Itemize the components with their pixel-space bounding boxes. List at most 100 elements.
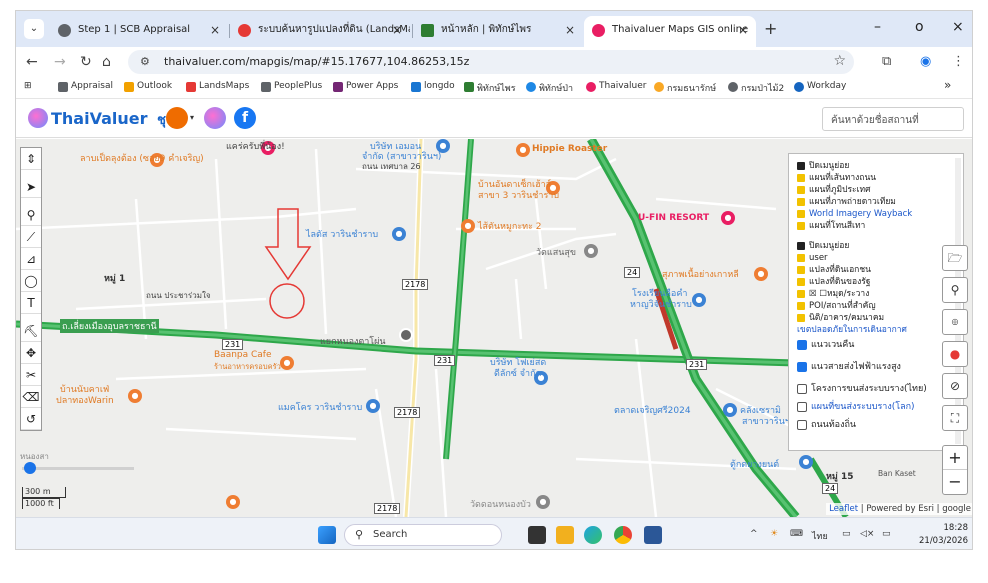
tab-pitakprai[interactable]: หน้าหลัก | พิทักษ์ไพร × [413,16,583,47]
volume-icon[interactable]: ◁× [860,529,874,539]
network-icon[interactable]: ▭ [842,529,851,539]
system-clock[interactable]: 18:28 21/03/2026 [912,522,968,548]
satellite-off-icon[interactable]: ⊘ [942,373,968,399]
input-language[interactable]: ไทย [812,529,828,543]
checkbox-icon[interactable] [797,384,807,394]
profile-icon[interactable]: ◉ [920,54,931,69]
thaivaluer-menu-icon[interactable] [204,107,226,129]
facebook-icon[interactable]: f [234,107,256,129]
bookmark-landsmaps[interactable]: LandsMaps [186,81,249,92]
minimize-button[interactable]: – [874,19,881,35]
tray-overflow-icon[interactable]: ^ [750,529,758,539]
map-canvas[interactable]: ● ● ● ● ● ● ● ● ● ● ● ● ● ● ● ● ● ● ● ลา… [16,139,972,517]
bookmark-star-icon[interactable]: ☆ [833,53,846,69]
taskbar-search[interactable]: ⚲ Search [344,524,502,546]
folder-open-icon[interactable]: 🗁 [942,245,968,271]
zoom-out-button[interactable]: − [943,470,967,494]
checkbox-checked-icon[interactable] [797,362,807,372]
cafe-icon[interactable]: ● [516,143,530,157]
layer-item[interactable]: แผนที่ภาพถ่ายดาวเทียม [797,196,957,208]
polygon-icon[interactable]: ⊿ [21,248,41,270]
school-icon[interactable]: ● [692,293,706,307]
weather-icon[interactable]: ☀ [770,529,778,539]
tab-close-icon[interactable]: × [738,16,748,44]
apps-grid-icon[interactable]: ⊞ [24,81,32,91]
tab-close-icon[interactable]: × [210,16,220,44]
street-view-icon[interactable]: ◎ [942,309,968,335]
restaurant-icon[interactable]: ● [226,495,240,509]
site-info-icon[interactable]: ⚙ [140,55,150,68]
forward-arrow-icon[interactable]: → [54,54,66,70]
layer-checkbox-rail-thai[interactable]: โครงการขนส่งระบบราง(ไทย) [797,380,957,398]
layer-checkbox-power-lines[interactable]: แนวสายส่งไฟฟ้าแรงสูง [797,358,957,376]
checkbox-icon[interactable] [797,420,807,430]
bookmark-treasury[interactable]: กรมธนารักษ์ [654,81,716,95]
cafe-icon[interactable]: ● [128,389,142,403]
layer-item[interactable]: แผนที่เส้นทางถนน [797,172,957,184]
expand-collapse-icon[interactable]: ⇕ [21,148,41,170]
windows-start-icon[interactable] [318,526,336,544]
bookmark-powerapps[interactable]: Power Apps [333,81,398,92]
tab-scb-appraisal[interactable]: Step 1 | SCB Appraisal × [50,16,228,47]
layer-item[interactable]: นิติ/อาคาร/คมนาคม [797,312,957,324]
bookmark-pitakprai[interactable]: พิทักษ์ไพร [464,81,516,95]
temple-icon[interactable]: ● [584,244,598,258]
extensions-icon[interactable]: ⧉ [882,54,891,69]
tab-close-icon[interactable]: × [565,16,575,44]
bookmark-workday[interactable]: Workday [794,81,846,92]
safe-zone-link[interactable]: เขตปลอดภัยในการเดินอากาศ [797,324,957,336]
layer-item[interactable]: user [797,252,957,264]
scissors-icon[interactable]: ✂ [21,364,41,386]
circle-icon[interactable]: ◯ [21,270,41,292]
hotel-icon[interactable]: ● [721,211,735,225]
store-icon[interactable]: ● [366,399,380,413]
chrome-icon[interactable] [614,526,632,544]
hiking-icon[interactable]: ⛏ [21,320,41,342]
eraser-icon[interactable]: ⌫ [21,386,41,408]
layer-group-toggle[interactable]: ปิดเมนูย่อย [797,240,957,252]
cafe-icon[interactable]: ● [280,356,294,370]
word-icon[interactable] [644,526,662,544]
polyline-icon[interactable]: ⟋ [21,226,41,248]
layer-item[interactable]: แผนที่โทนสีเทา [797,220,957,232]
temple-icon[interactable]: ● [536,495,550,509]
layer-item[interactable]: World Imagery Wayback [797,208,957,220]
back-arrow-icon[interactable]: ← [26,54,38,70]
checkbox-icon[interactable] [797,402,807,412]
dropdown-caret-icon[interactable]: ▾ [190,107,200,129]
opacity-slider-handle[interactable] [24,462,36,474]
location-marker-icon[interactable]: ● [942,341,968,367]
layer-item[interactable]: แปลงที่ดินเอกชน [797,264,957,276]
edge-icon[interactable] [584,526,602,544]
battery-icon[interactable]: ▭ [882,529,891,539]
checkbox-checked-icon[interactable] [797,340,807,350]
layer-item[interactable]: ☒ ☐หมุด/ระวาง [797,288,957,300]
layer-checkbox-expropriation[interactable]: แนวเวนคืน [797,336,957,354]
site-logo[interactable]: ThaiValuer ชุ [28,108,166,130]
close-window-button[interactable]: × [952,19,964,35]
bookmark-appraisal[interactable]: Appraisal [58,81,113,92]
bookmarks-overflow[interactable]: » [944,78,951,92]
leaflet-link[interactable]: Leaflet [829,504,858,514]
restaurant-icon[interactable]: ● [461,219,475,233]
map-pin-outline-icon[interactable]: ⚲ [942,277,968,303]
market-icon[interactable]: ● [723,403,737,417]
layer-checkbox-local-roads[interactable]: ถนนท้องถิ่น [797,416,957,434]
keyboard-icon[interactable]: ⌨ [790,529,803,539]
reload-icon[interactable]: ↻ [80,54,92,70]
layer-group-toggle[interactable]: ปิดเมนูย่อย [797,160,957,172]
layer-checkbox-rail-world[interactable]: แผนที่ขนส่งระบบราง(โลก) [797,398,957,416]
tab-search-button[interactable]: ⌄ [24,19,44,39]
bookmark-longdo[interactable]: longdo [411,81,455,92]
move-icon[interactable]: ✥ [21,342,41,364]
bookmark-outlook[interactable]: Outlook [124,81,172,92]
layer-item[interactable]: แปลงที่ดินของรัฐ [797,276,957,288]
home-building-icon[interactable] [166,107,188,129]
opacity-slider-track[interactable] [22,467,134,470]
home-icon[interactable]: ⌂ [102,54,111,70]
new-tab-button[interactable]: + [764,19,777,38]
bookmark-forestry[interactable]: กรมป่าไม้2 [728,81,784,95]
maximize-button[interactable]: o [915,19,924,35]
place-search-input[interactable]: ค้นหาด้วยชื่อสถานที่ [822,107,964,131]
marker-icon[interactable]: ⚲ [21,204,41,226]
